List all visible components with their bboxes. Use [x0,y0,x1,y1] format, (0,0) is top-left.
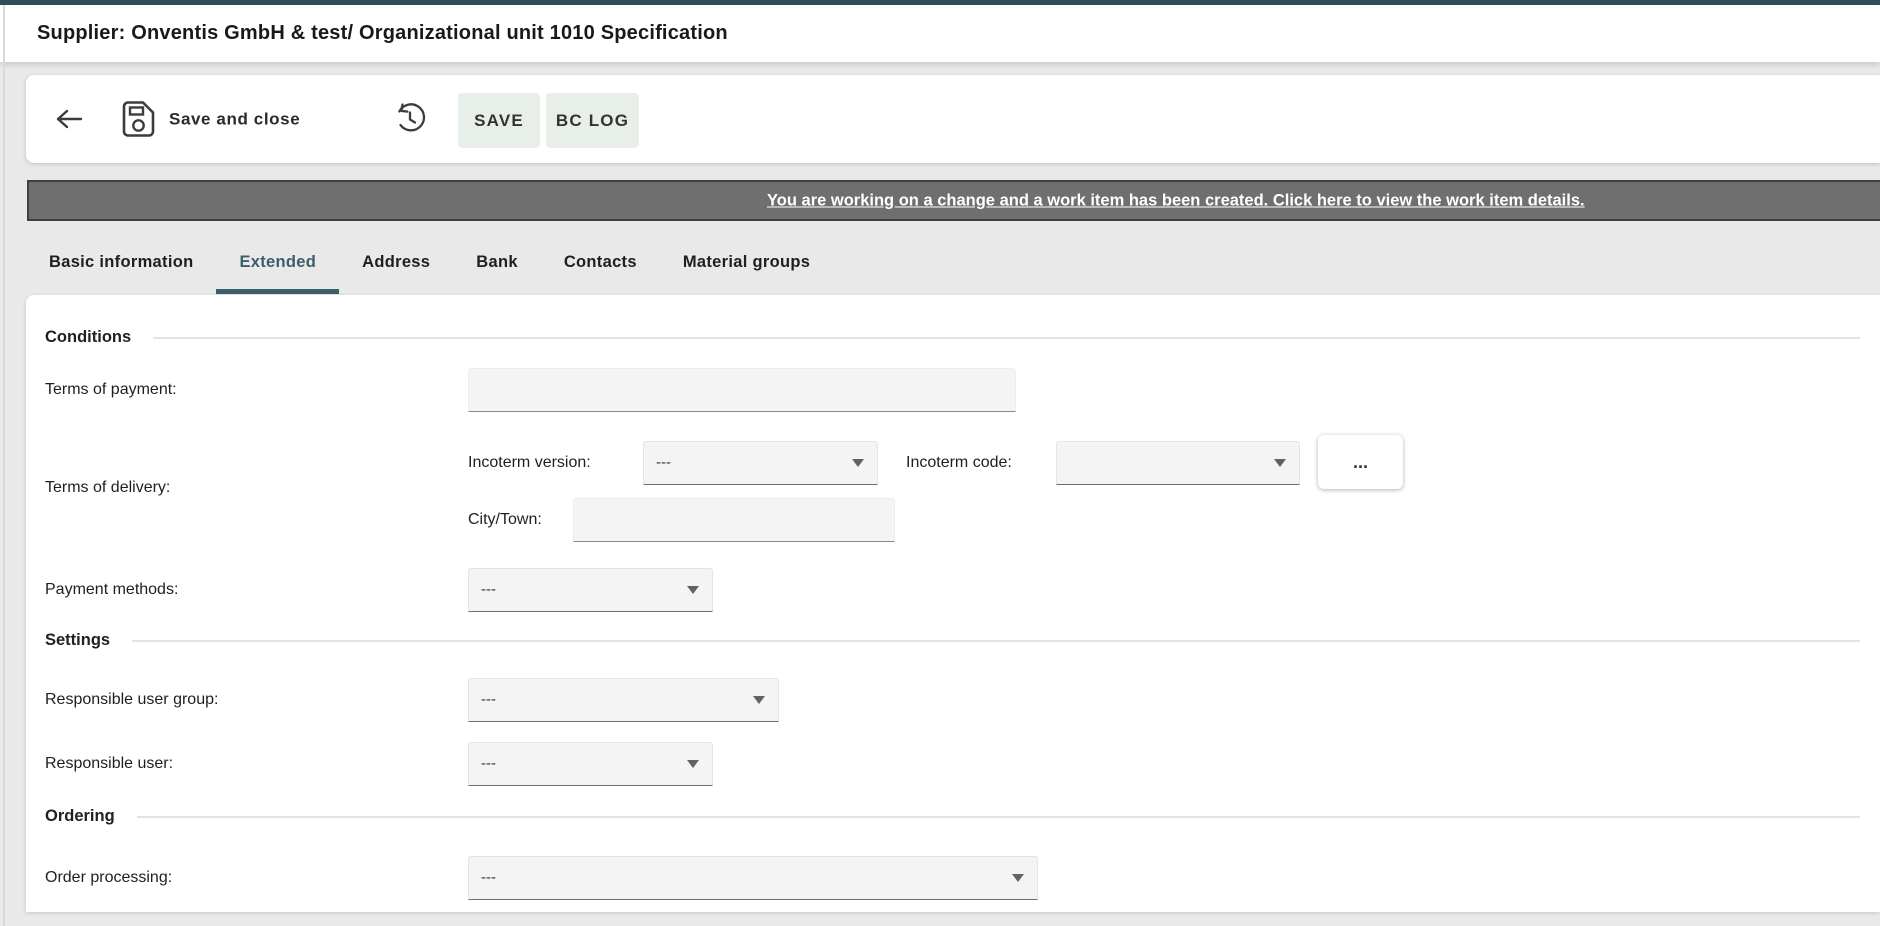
tab-contacts[interactable]: Contacts [541,222,660,295]
incoterm-version-select[interactable]: --- [643,441,878,485]
history-button[interactable] [393,102,427,136]
incoterm-more-button[interactable]: ... [1318,435,1403,489]
order-processing-select[interactable]: --- [468,856,1038,900]
chevron-down-icon [1274,459,1286,467]
extended-tab-panel: Conditions Terms of payment: Terms of de… [26,295,1880,912]
section-divider [132,640,1860,642]
back-button[interactable] [54,106,84,132]
terms-of-payment-input[interactable] [468,368,1016,412]
payment-methods-label: Payment methods: [45,568,178,612]
section-title: Conditions [45,328,131,347]
tab-extended[interactable]: Extended [216,222,339,295]
order-processing-value: --- [481,869,496,886]
terms-of-payment-label: Terms of payment: [45,368,177,412]
section-header-ordering: Ordering [45,807,1860,826]
arrow-left-icon [54,106,84,132]
chevron-down-icon [852,459,864,467]
payment-methods-value: --- [481,581,496,598]
responsible-user-group-select[interactable]: --- [468,678,779,722]
title-bar: Supplier: Onventis GmbH & test/ Organiza… [0,5,1880,62]
responsible-user-select[interactable]: --- [468,742,713,786]
section-header-conditions: Conditions [45,328,1860,347]
work-item-notification-bar: You are working on a change and a work i… [27,180,1880,221]
chevron-down-icon [753,696,765,704]
bc-log-button[interactable]: BC LOG [546,93,639,148]
chevron-down-icon [687,586,699,594]
responsible-user-label: Responsible user: [45,742,173,786]
section-title: Ordering [45,807,115,826]
incoterm-code-label: Incoterm code: [906,441,1012,485]
terms-of-delivery-label: Terms of delivery: [45,466,170,510]
page-title: Supplier: Onventis GmbH & test/ Organiza… [37,22,728,45]
chevron-down-icon [1012,874,1024,882]
section-divider [153,337,1860,339]
floppy-disk-icon [122,101,155,138]
section-title: Settings [45,631,110,650]
chevron-down-icon [687,760,699,768]
payment-methods-select[interactable]: --- [468,568,713,612]
section-divider [137,816,1860,818]
history-clock-icon [393,102,427,136]
responsible-user-group-value: --- [481,691,496,708]
tab-bar: Basic information Extended Address Bank … [26,222,1880,295]
city-town-input[interactable] [573,498,895,542]
incoterm-version-value: --- [656,454,671,471]
work-item-details-link[interactable]: You are working on a change and a work i… [767,191,1585,210]
order-processing-label: Order processing: [45,856,172,900]
tab-bank[interactable]: Bank [453,222,541,295]
toolbar: Save and close SAVE BC LOG [26,75,1880,163]
incoterm-code-select[interactable] [1056,441,1300,485]
responsible-user-value: --- [481,755,496,772]
tab-address[interactable]: Address [339,222,453,295]
save-and-close-button[interactable]: Save and close [122,101,300,138]
tab-basic-information[interactable]: Basic information [26,222,216,295]
city-town-label: City/Town: [468,498,542,542]
incoterm-version-label: Incoterm version: [468,441,591,485]
left-edge-divider [3,5,5,926]
section-header-settings: Settings [45,631,1860,650]
tab-material-groups[interactable]: Material groups [660,222,833,295]
save-and-close-label: Save and close [169,109,300,129]
save-button[interactable]: SAVE [458,93,540,148]
responsible-user-group-label: Responsible user group: [45,678,218,722]
